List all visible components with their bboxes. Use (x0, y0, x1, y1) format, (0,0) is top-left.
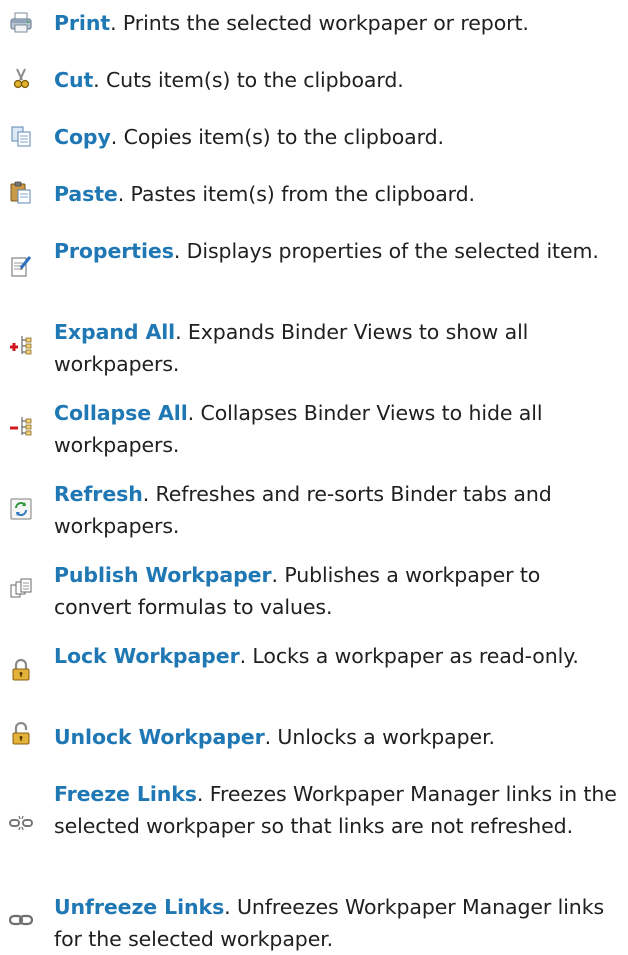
term-publish-workpaper: Publish Workpaper (54, 563, 272, 587)
term-lock-workpaper: Lock Workpaper (54, 644, 240, 668)
desc-properties: . Displays properties of the selected it… (173, 239, 599, 263)
term-cut: Cut (54, 68, 94, 92)
copy-icon (9, 124, 33, 148)
unlock-icon (9, 722, 33, 746)
clipboard-paste-icon (9, 180, 33, 204)
desc-copy: . Copies item(s) to the clipboard. (110, 125, 444, 149)
refresh-icon (9, 497, 33, 521)
term-collapse-all: Collapse All (54, 401, 188, 425)
term-unfreeze-links: Unfreeze Links (54, 895, 225, 919)
printer-icon (9, 11, 33, 35)
desc-print: . Prints the selected workpaper or repor… (110, 11, 529, 35)
broken-link-icon (9, 811, 33, 835)
desc-cut: . Cuts item(s) to the clipboard. (93, 68, 404, 92)
term-properties: Properties (54, 239, 174, 263)
term-refresh: Refresh (54, 482, 143, 506)
expand-tree-icon (9, 333, 33, 357)
term-paste: Paste (54, 182, 118, 206)
chain-link-icon (9, 908, 33, 932)
term-print: Print (54, 11, 111, 35)
term-freeze-links: Freeze Links (54, 782, 197, 806)
term-expand-all: Expand All (54, 320, 176, 344)
desc-paste: . Pastes item(s) from the clipboard. (117, 182, 475, 206)
scissors-icon (9, 67, 33, 91)
term-copy: Copy (54, 125, 111, 149)
lock-icon (9, 658, 33, 682)
collapse-tree-icon (9, 414, 33, 438)
properties-icon (9, 254, 33, 278)
term-unlock-workpaper: Unlock Workpaper (54, 725, 265, 749)
desc-unlock-workpaper: . Unlocks a workpaper. (264, 725, 495, 749)
desc-lock-workpaper: . Locks a workpaper as read-only. (239, 644, 579, 668)
publish-icon (9, 577, 33, 601)
